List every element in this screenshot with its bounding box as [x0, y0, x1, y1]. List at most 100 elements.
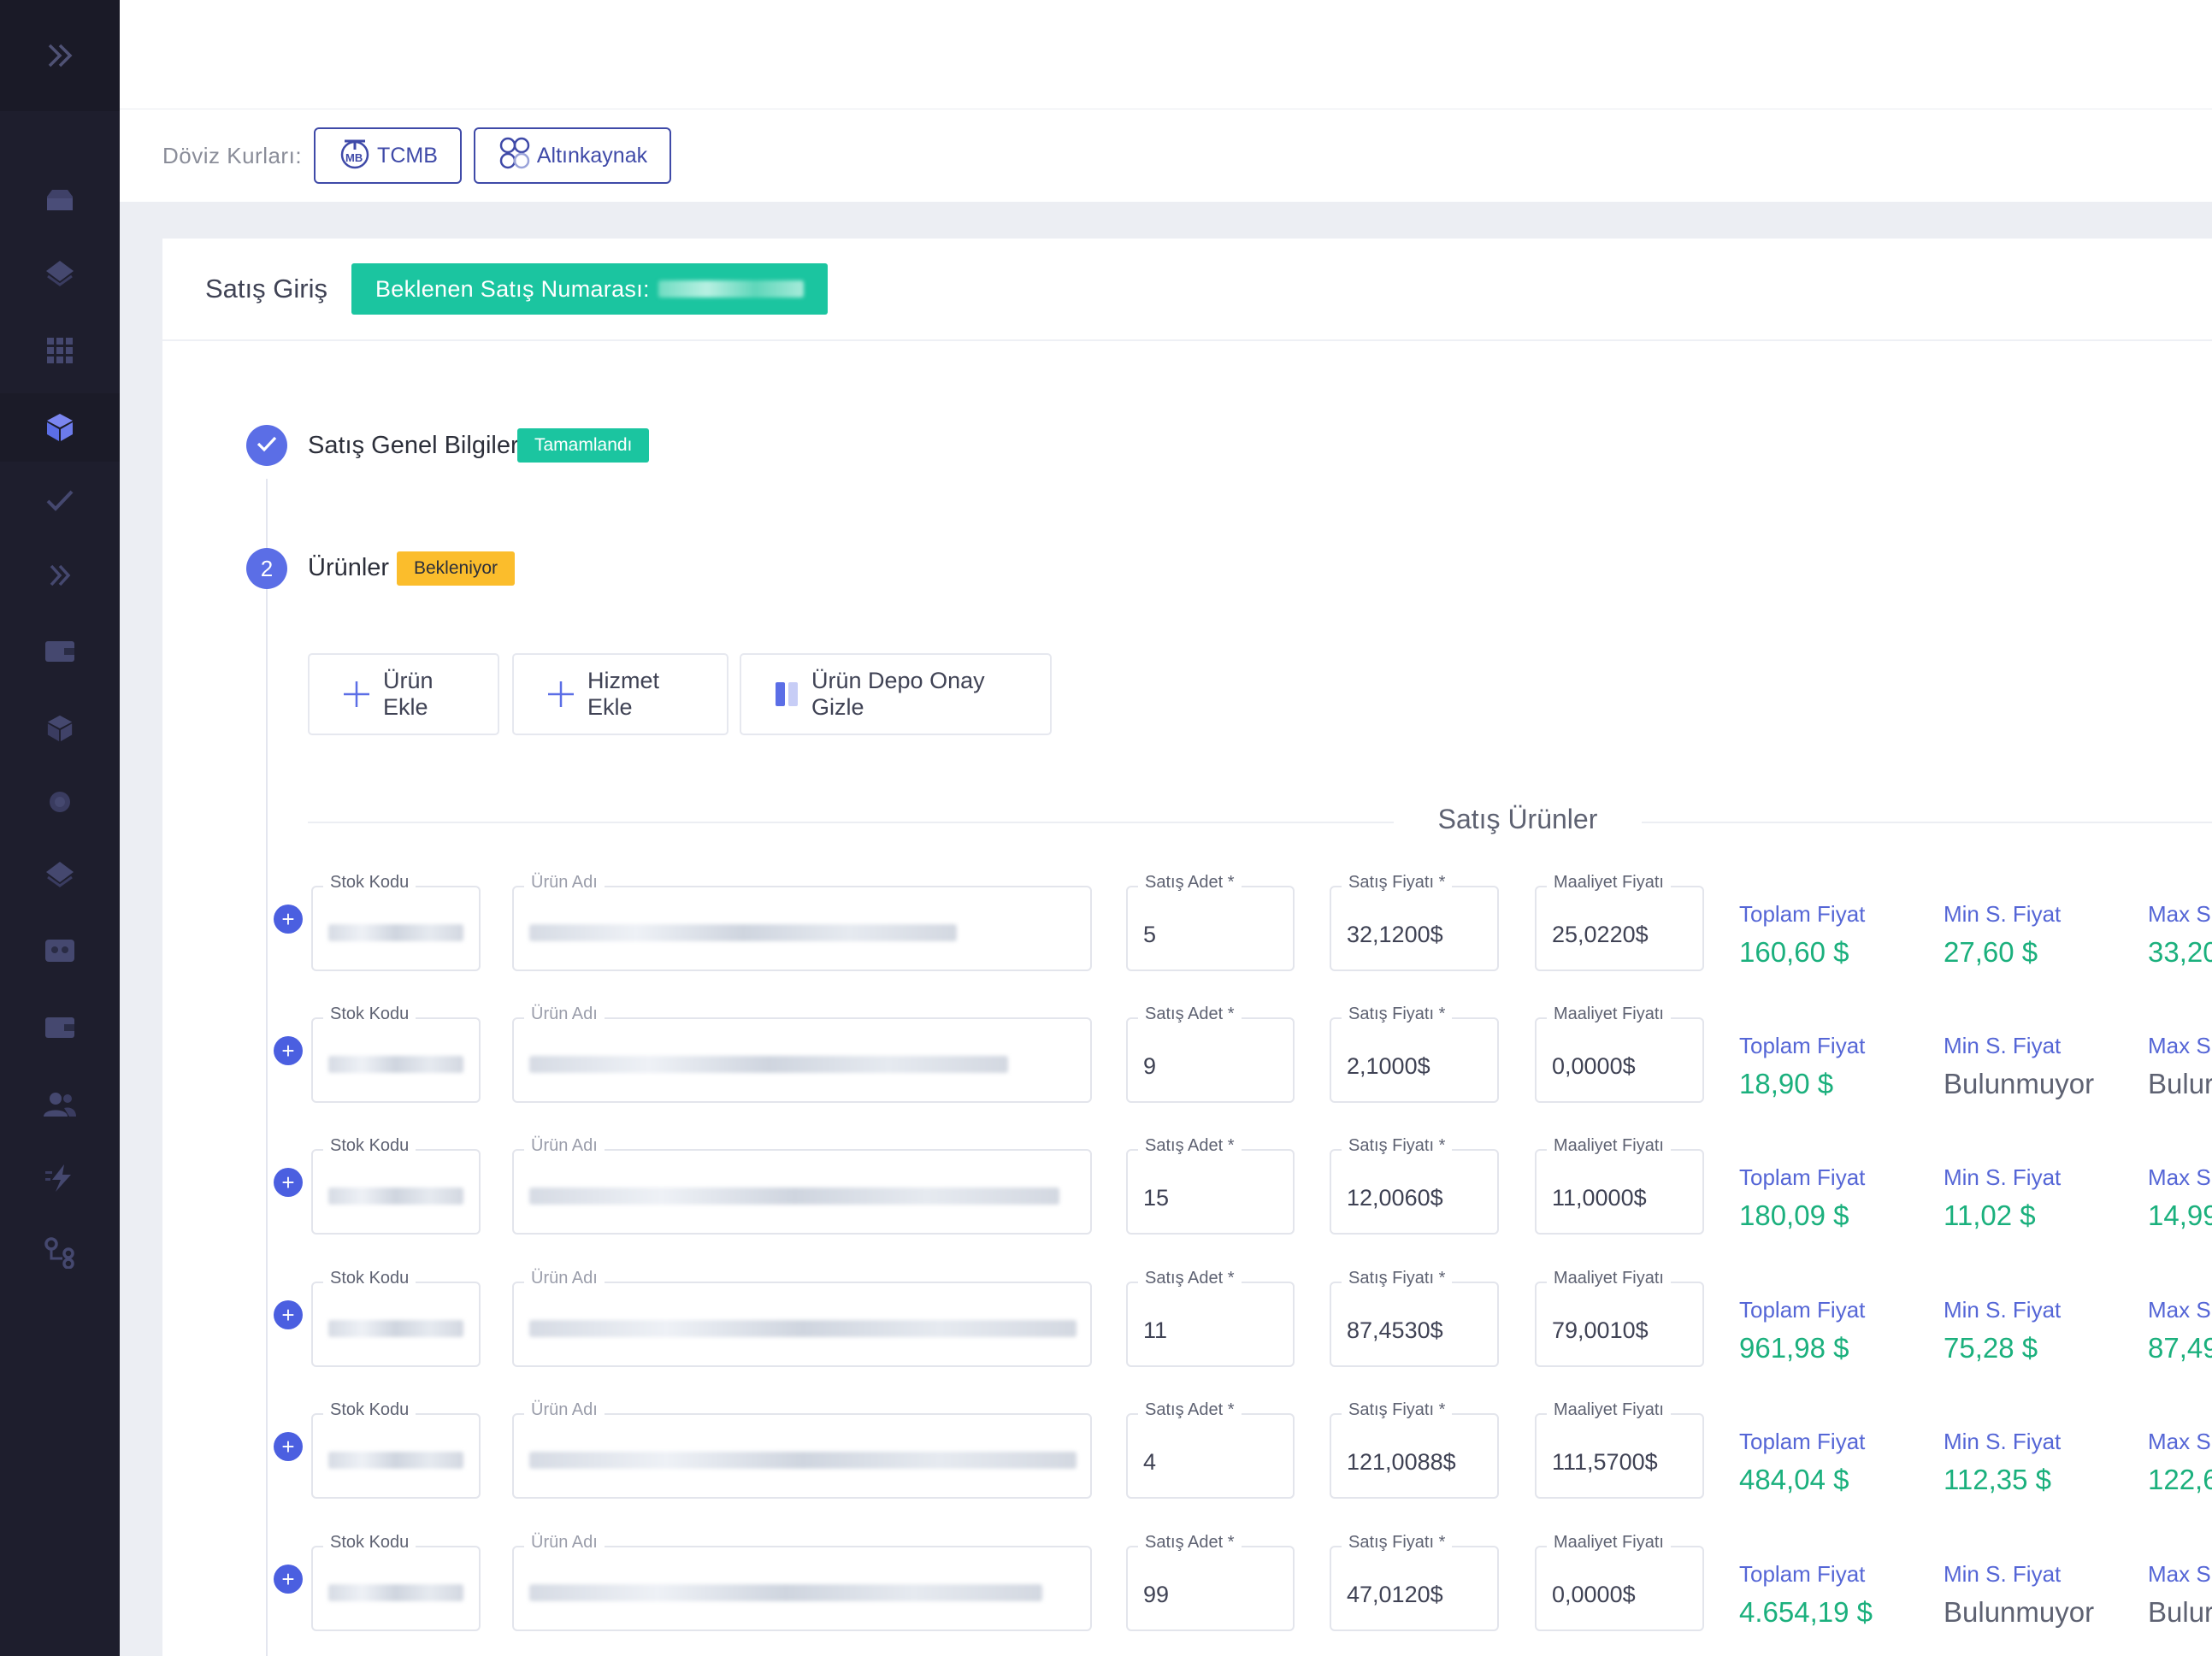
- step-2-circle[interactable]: 2: [246, 548, 287, 589]
- altinkaynak-button[interactable]: Altınkaynak: [473, 127, 672, 184]
- redacted-sale-number: [658, 280, 804, 298]
- plus-icon: [342, 680, 371, 709]
- quantity-value: 9: [1143, 1053, 1157, 1079]
- cost-price-field[interactable]: Maaliyet Fiyatı 25,0220$: [1535, 873, 1704, 971]
- min-sale-price-value: Bulunmuyor: [1944, 1596, 2095, 1628]
- stock-code-field[interactable]: Stok Kodu: [311, 873, 481, 971]
- sidebar-item-apps[interactable]: [0, 316, 120, 385]
- sidebar-item-settings[interactable]: [0, 768, 120, 836]
- add-product-button[interactable]: Ürün Ekle: [308, 653, 499, 735]
- quantity-field[interactable]: Satış Adet * 4: [1126, 1400, 1295, 1499]
- redacted-stock-code: [328, 1320, 463, 1337]
- product-name-field[interactable]: Ürün Adı: [512, 1269, 1092, 1367]
- product-name-field[interactable]: Ürün Adı: [512, 1005, 1092, 1103]
- sidebar-toggle[interactable]: [0, 0, 120, 111]
- min-sale-price-value: 27,60 $: [1944, 936, 2038, 968]
- min-sale-price: Min S. Fiyat 11,02 $: [1944, 1164, 2061, 1232]
- hide-depot-approval-label: Ürün Depo Onay Gizle: [811, 668, 985, 720]
- plus-icon: +: [281, 1302, 295, 1328]
- cost-price-label: Maaliyet Fiyatı: [1547, 1005, 1671, 1024]
- max-sale-price: Max S. 14,99: [2148, 1164, 2212, 1232]
- sale-price-field[interactable]: Satış Fiyatı * 87,4530$: [1330, 1269, 1499, 1367]
- sidebar-item-approvals[interactable]: [0, 466, 120, 534]
- sale-price-field[interactable]: Satış Fiyatı * 12,0060$: [1330, 1136, 1499, 1235]
- total-price-label: Toplam Fiyat: [1739, 1297, 1866, 1323]
- cost-price-value: 79,0010$: [1552, 1317, 1649, 1343]
- expand-row-button[interactable]: +: [274, 1036, 303, 1065]
- stock-code-label: Stok Kodu: [323, 1533, 416, 1553]
- redacted-product-name: [529, 924, 957, 941]
- max-sale-price-value: 87,49: [2148, 1332, 2212, 1364]
- currency-rates-label: Döviz Kurları:: [162, 142, 303, 168]
- expand-row-button[interactable]: +: [274, 1432, 303, 1461]
- stock-code-field[interactable]: Stok Kodu: [311, 1005, 481, 1103]
- quantity-field[interactable]: Satış Adet * 15: [1126, 1136, 1295, 1235]
- step-1-label[interactable]: Satış Genel Bilgiler: [308, 432, 519, 460]
- stock-code-field[interactable]: Stok Kodu: [311, 1136, 481, 1235]
- sale-price-field[interactable]: Satış Fiyatı * 2,1000$: [1330, 1005, 1499, 1103]
- sale-price-field[interactable]: Satış Fiyatı * 47,0120$: [1330, 1533, 1499, 1631]
- redacted-product-name: [529, 1187, 1059, 1205]
- max-sale-price: Max S. Bulur: [2148, 1561, 2212, 1629]
- min-sale-price-label: Min S. Fiyat: [1944, 1164, 2062, 1190]
- quantity-field[interactable]: Satış Adet * 5: [1126, 873, 1295, 971]
- sidebar-item-wallet[interactable]: [0, 617, 120, 686]
- add-product-label: Ürün Ekle: [383, 668, 434, 720]
- cost-price-field[interactable]: Maaliyet Fiyatı 11,0000$: [1535, 1136, 1704, 1235]
- stock-code-label: Stok Kodu: [323, 873, 416, 893]
- product-row: + Stok Kodu Ürün Adı Satış Adet * 99 Sat…: [0, 1533, 2212, 1638]
- cost-price-field[interactable]: Maaliyet Fiyatı 111,5700$: [1535, 1400, 1704, 1499]
- total-price: Toplam Fiyat 160,60 $: [1739, 901, 1865, 969]
- max-sale-price-label: Max S.: [2148, 1164, 2212, 1190]
- cost-price-label: Maaliyet Fiyatı: [1547, 1136, 1671, 1156]
- product-name-field[interactable]: Ürün Adı: [512, 1400, 1092, 1499]
- cost-price-field[interactable]: Maaliyet Fiyatı 0,0000$: [1535, 1005, 1704, 1103]
- step-1-done-circle[interactable]: [246, 425, 287, 466]
- quantity-value: 99: [1143, 1582, 1170, 1607]
- quantity-label: Satış Adet *: [1138, 1136, 1242, 1156]
- cost-price-field[interactable]: Maaliyet Fiyatı 79,0010$: [1535, 1269, 1704, 1367]
- sidebar-item-transfers[interactable]: [0, 541, 120, 610]
- quantity-field[interactable]: Satış Adet * 9: [1126, 1005, 1295, 1103]
- quantity-label: Satış Adet *: [1138, 1005, 1242, 1024]
- total-price-value: 961,98 $: [1739, 1332, 1849, 1364]
- total-price-label: Toplam Fiyat: [1739, 1033, 1866, 1058]
- max-sale-price-value: Bulur: [2148, 1068, 2212, 1099]
- step-2-label[interactable]: Ürünler: [308, 554, 389, 582]
- hide-depot-approval-button[interactable]: Ürün Depo Onay Gizle: [740, 653, 1052, 735]
- sale-price-field[interactable]: Satış Fiyatı * 121,0088$: [1330, 1400, 1499, 1499]
- max-sale-price: Max S. Bulur: [2148, 1033, 2212, 1100]
- quantity-field[interactable]: Satış Adet * 99: [1126, 1533, 1295, 1631]
- sidebar-item-stock[interactable]: [0, 694, 120, 763]
- expand-row-button[interactable]: +: [274, 1300, 303, 1329]
- sale-price-label: Satış Fiyatı *: [1342, 873, 1453, 893]
- total-price-label: Toplam Fiyat: [1739, 901, 1866, 927]
- cost-price-field[interactable]: Maaliyet Fiyatı 0,0000$: [1535, 1533, 1704, 1631]
- expand-row-button[interactable]: +: [274, 1168, 303, 1197]
- redacted-product-name: [529, 1056, 1008, 1073]
- stock-code-field[interactable]: Stok Kodu: [311, 1269, 481, 1367]
- add-service-button[interactable]: Hizmet Ekle: [512, 653, 728, 735]
- check-icon: [44, 487, 75, 513]
- total-price: Toplam Fiyat 180,09 $: [1739, 1164, 1865, 1232]
- sidebar-item-products[interactable]: [0, 393, 120, 462]
- expand-row-button[interactable]: +: [274, 1565, 303, 1594]
- product-name-label: Ürün Adı: [524, 1136, 605, 1156]
- stock-code-field[interactable]: Stok Kodu: [311, 1533, 481, 1631]
- expand-row-button[interactable]: +: [274, 905, 303, 934]
- sale-price-label: Satış Fiyatı *: [1342, 1136, 1453, 1156]
- product-name-field[interactable]: Ürün Adı: [512, 1533, 1092, 1631]
- stock-code-field[interactable]: Stok Kodu: [311, 1400, 481, 1499]
- quantity-value: 15: [1143, 1185, 1170, 1211]
- plus-icon: +: [281, 1170, 295, 1195]
- sale-price-field[interactable]: Satış Fiyatı * 32,1200$: [1330, 873, 1499, 971]
- tcmb-button[interactable]: MB TCMB: [314, 127, 462, 184]
- sidebar-item-layers[interactable]: [0, 239, 120, 308]
- quantity-field[interactable]: Satış Adet * 11: [1126, 1269, 1295, 1367]
- total-price-value: 4.654,19 $: [1739, 1596, 1873, 1628]
- sidebar-item-inbox[interactable]: [0, 167, 120, 235]
- product-name-field[interactable]: Ürün Adı: [512, 873, 1092, 971]
- cost-price-label: Maaliyet Fiyatı: [1547, 873, 1671, 893]
- product-name-field[interactable]: Ürün Adı: [512, 1136, 1092, 1235]
- cost-price-label: Maaliyet Fiyatı: [1547, 1269, 1671, 1288]
